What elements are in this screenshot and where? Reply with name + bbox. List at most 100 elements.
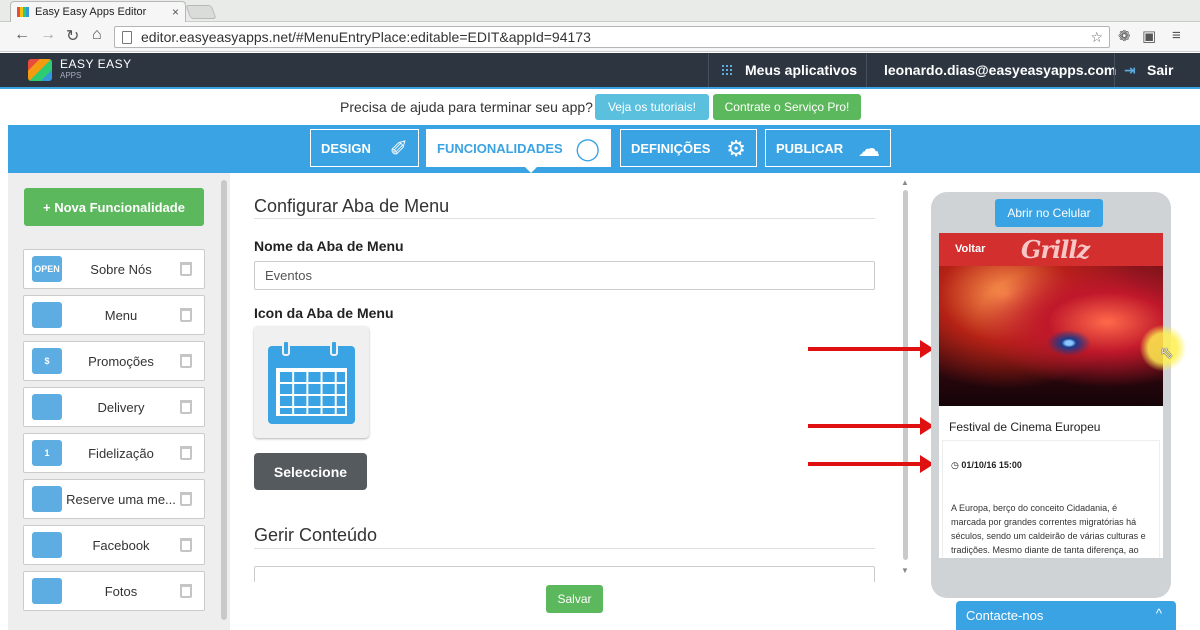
trash-icon[interactable] — [180, 446, 192, 460]
sidebar-item-menu[interactable]: Menu — [23, 295, 205, 335]
gear-icon: ⚙ — [726, 136, 746, 161]
cast-icon[interactable]: ▣ — [1142, 27, 1156, 45]
tab-publicar[interactable]: PUBLICAR ☁ — [765, 129, 891, 167]
sidebar-item-reserve[interactable]: Reserve uma me... — [23, 479, 205, 519]
calendar-ring — [330, 340, 338, 356]
browser-tab[interactable]: Easy Easy Apps Editor × — [10, 1, 186, 22]
sidebar-item-label: Menu — [104, 307, 138, 323]
sidebar-item-label: Facebook — [92, 537, 150, 553]
tab-definicoes[interactable]: DEFINIÇÕES ⚙ — [620, 129, 757, 167]
select-icon-button[interactable]: Seleccione — [254, 453, 367, 490]
book-icon — [32, 302, 62, 328]
back-button[interactable]: Voltar — [955, 243, 985, 255]
selected-icon-preview[interactable] — [254, 326, 369, 438]
phone-app-header: Voltar Grillz — [939, 233, 1163, 266]
pro-service-button[interactable]: Contrate o Serviço Pro! — [713, 94, 861, 120]
tutorials-button[interactable]: Veja os tutoriais! — [595, 94, 709, 120]
annotation-arrow — [808, 340, 934, 358]
trash-icon[interactable] — [180, 492, 192, 506]
editor-panel: Configurar Aba de Menu Nome da Aba de Me… — [236, 173, 902, 630]
open-sign-icon: OPEN — [32, 256, 62, 282]
tab-funcionalidades[interactable]: FUNCIONALIDADES ◯ — [426, 129, 611, 167]
medal-icon: 1 — [32, 440, 62, 466]
header-separator — [708, 53, 709, 87]
sidebar-item-promocoes[interactable]: $ Promoções — [23, 341, 205, 381]
sidebar-item-label: Reserve uma me... — [66, 491, 176, 507]
sidebar-item-delivery[interactable]: Delivery — [23, 387, 205, 427]
tab-close-icon[interactable]: × — [172, 5, 179, 19]
trash-icon[interactable] — [180, 538, 192, 552]
main-nav: DESIGN ✐ FUNCIONALIDADES ◯ DEFINIÇÕES ⚙ … — [8, 125, 1200, 173]
header-separator — [1114, 53, 1115, 87]
annotation-arrow — [808, 417, 934, 435]
tab-title: Easy Easy Apps Editor — [35, 6, 147, 18]
tab-label: DESIGN — [321, 140, 371, 156]
event-date: 01/10/16 15:00 — [961, 460, 1022, 470]
menu-name-label: Nome da Aba de Menu — [254, 238, 404, 254]
event-date-row: ◷ 01/10/16 15:00 — [951, 460, 1022, 471]
sidebar-item-facebook[interactable]: Facebook — [23, 525, 205, 565]
contact-us-widget[interactable]: Contacte-nos ^ — [956, 601, 1176, 630]
calendar-ring — [282, 340, 290, 356]
new-feature-button[interactable]: + Nova Funcionalidade — [24, 188, 204, 226]
tab-label: DEFINIÇÕES — [631, 140, 711, 156]
feature-sidebar: + Nova Funcionalidade OPEN Sobre Nós Men… — [8, 173, 230, 630]
brush-icon: ✐ — [389, 136, 408, 161]
url-text: editor.easyeasyapps.net/#MenuEntryPlace:… — [141, 29, 591, 45]
page-icon — [122, 31, 132, 44]
app-favicon-icon — [17, 7, 29, 17]
sidebar-item-fidelizacao[interactable]: 1 Fidelização — [23, 433, 205, 473]
my-apps-link[interactable]: Meus aplicativos — [745, 62, 857, 78]
editor-scrollbar[interactable]: ▲ ▼ — [901, 178, 910, 576]
trash-icon[interactable] — [180, 400, 192, 414]
tab-design[interactable]: DESIGN ✐ — [310, 129, 419, 167]
clock-icon: ◷ — [951, 460, 962, 470]
menu-name-input[interactable]: Eventos — [254, 261, 875, 290]
menu-icon[interactable]: ≡ — [1172, 27, 1181, 44]
content-editor[interactable] — [254, 566, 875, 582]
home-icon[interactable]: ⌂ — [92, 26, 102, 44]
tab-label: PUBLICAR — [776, 140, 844, 156]
event-image — [939, 266, 1163, 406]
scroll-up-icon[interactable]: ▲ — [901, 178, 909, 187]
logout-link[interactable]: Sair — [1147, 62, 1173, 78]
sidebar-item-sobre-nos[interactable]: OPEN Sobre Nós — [23, 249, 205, 289]
content-title: Gerir Conteúdo — [254, 525, 378, 545]
tab-label: FUNCIONALIDADES — [437, 140, 563, 156]
contact-label: Contacte-nos — [966, 608, 1044, 623]
bookmark-star-icon[interactable]: ☆ — [1090, 29, 1103, 46]
open-on-phone-button[interactable]: Abrir no Celular — [995, 199, 1103, 227]
phone-preview: Abrir no Celular Voltar Grillz Festival … — [931, 192, 1171, 598]
section-divider — [254, 218, 875, 219]
calendar-icon — [268, 340, 355, 424]
sidebar-item-fotos[interactable]: Fotos — [23, 571, 205, 611]
sidebar-item-label: Promoções — [88, 353, 154, 369]
reload-icon[interactable]: ↻ — [66, 26, 79, 46]
back-arrow-icon[interactable]: ← — [14, 26, 30, 44]
phone-screen: Voltar Grillz Festival de Cinema Europeu… — [939, 233, 1163, 558]
user-email[interactable]: leonardo.dias@easyeasyapps.com — [884, 62, 1116, 78]
help-bar: Precisa de ajuda para terminar seu app? … — [0, 87, 1200, 125]
scroll-down-icon[interactable]: ▼ — [901, 566, 909, 575]
new-tab-button[interactable] — [185, 5, 217, 19]
section-divider — [254, 548, 875, 549]
trash-icon[interactable] — [180, 354, 192, 368]
cloud-upload-icon: ☁ — [858, 136, 880, 161]
forward-arrow-icon[interactable]: → — [40, 26, 56, 44]
address-bar[interactable]: editor.easyeasyapps.net/#MenuEntryPlace:… — [114, 26, 1110, 48]
grillz-logo: Grillz — [1021, 235, 1090, 264]
event-title: Festival de Cinema Europeu — [949, 420, 1101, 434]
menu-icon-label: Icon da Aba de Menu — [254, 305, 394, 321]
extension-icon[interactable]: ❁ — [1118, 27, 1131, 45]
apps-grid-icon — [721, 64, 733, 76]
scroll-thumb[interactable] — [903, 190, 908, 560]
chevron-up-icon[interactable]: ^ — [1156, 606, 1162, 621]
trash-icon[interactable] — [180, 584, 192, 598]
photo-icon — [32, 578, 62, 604]
brand-sub: APPS — [60, 71, 82, 80]
save-button[interactable]: Salvar — [546, 585, 603, 613]
trash-icon[interactable] — [180, 262, 192, 276]
trash-icon[interactable] — [180, 308, 192, 322]
sidebar-scrollbar[interactable] — [221, 180, 227, 620]
logout-icon[interactable]: ⇥ — [1124, 62, 1136, 79]
